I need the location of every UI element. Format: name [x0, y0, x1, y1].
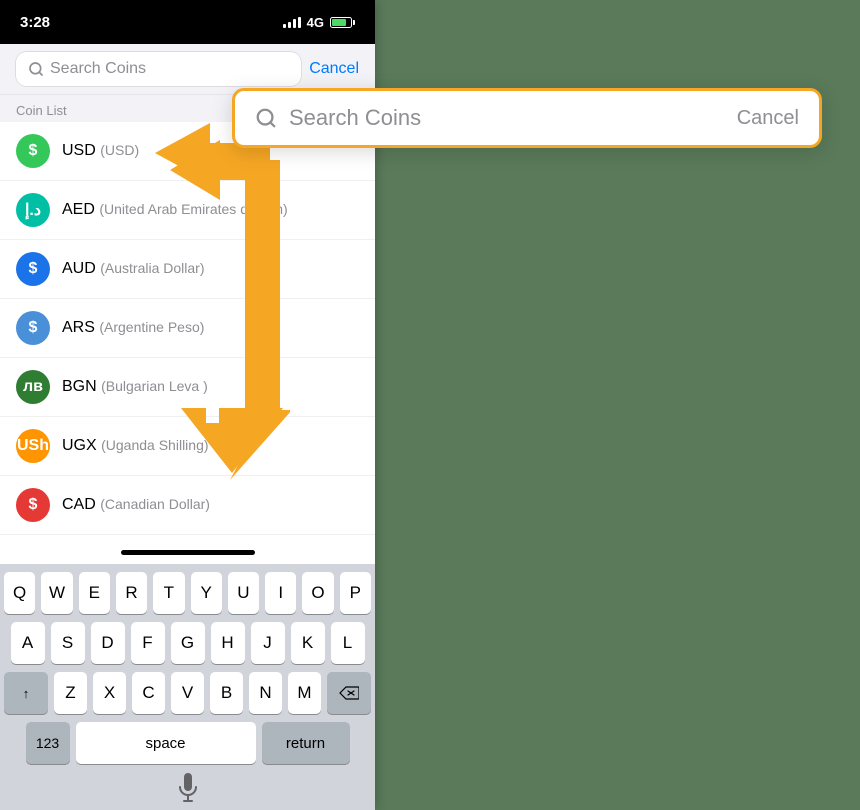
signal-bar-1: [283, 24, 286, 28]
key-t[interactable]: T: [153, 572, 184, 614]
mic-icon: [176, 773, 200, 805]
keyboard-row-1: QWERTYUIOP: [4, 572, 371, 614]
callout-search-icon: [255, 107, 277, 129]
coin-info: USD (USD): [62, 142, 139, 160]
keyboard-row-3: ↑ZXCVBNM: [4, 672, 371, 714]
coin-code: USD: [62, 142, 96, 159]
key-e[interactable]: E: [79, 572, 110, 614]
key-o[interactable]: O: [302, 572, 333, 614]
key-p[interactable]: P: [340, 572, 371, 614]
battery-tip: [353, 20, 355, 25]
key-w[interactable]: W: [41, 572, 72, 614]
keyboard-row-2: ASDFGHJKL: [4, 622, 371, 664]
coin-icon: лв: [16, 370, 50, 404]
coin-code: AED: [62, 201, 95, 218]
callout-box: Search Coins Cancel: [232, 88, 822, 148]
key-v[interactable]: V: [171, 672, 204, 714]
home-indicator: [121, 550, 255, 555]
search-icon: [28, 61, 44, 77]
coin-code: CAD: [62, 496, 96, 513]
key-m[interactable]: M: [288, 672, 321, 714]
battery-fill: [332, 19, 346, 26]
key-s[interactable]: S: [51, 622, 85, 664]
key-g[interactable]: G: [171, 622, 205, 664]
key-c[interactable]: C: [132, 672, 165, 714]
callout-overlay: Search Coins Cancel: [232, 88, 822, 148]
key-h[interactable]: H: [211, 622, 245, 664]
keyboard: QWERTYUIOP ASDFGHJKL ↑ZXCVBNM 123 space …: [0, 564, 375, 810]
coin-code: AUD: [62, 260, 96, 277]
signal-bars: [283, 16, 301, 28]
coin-icon: د.إ: [16, 193, 50, 227]
key-n[interactable]: N: [249, 672, 282, 714]
space-key[interactable]: space: [76, 722, 256, 764]
key-b[interactable]: B: [210, 672, 243, 714]
mic-bar: [4, 772, 371, 806]
status-right: 4G: [283, 15, 355, 30]
time-display: 3:28: [20, 14, 50, 31]
key-z[interactable]: Z: [54, 672, 87, 714]
numbers-key[interactable]: 123: [26, 722, 70, 764]
key-f[interactable]: F: [131, 622, 165, 664]
coin-code: ARS: [62, 319, 95, 336]
key-y[interactable]: Y: [191, 572, 222, 614]
coin-code: BGN: [62, 378, 97, 395]
key-u[interactable]: U: [228, 572, 259, 614]
coin-icon: USh: [16, 429, 50, 463]
return-key[interactable]: return: [262, 722, 350, 764]
signal-bar-4: [298, 17, 301, 28]
search-input-wrapper[interactable]: Search Coins: [16, 52, 301, 86]
coin-icon: $: [16, 488, 50, 522]
key-x[interactable]: X: [93, 672, 126, 714]
key-l[interactable]: L: [331, 622, 365, 664]
key-backspace[interactable]: [327, 672, 371, 714]
coin-code: UGX: [62, 437, 97, 454]
key-d[interactable]: D: [91, 622, 125, 664]
network-type: 4G: [307, 15, 324, 30]
battery-icon: [330, 17, 355, 28]
cancel-button[interactable]: Cancel: [309, 60, 359, 78]
signal-bar-3: [293, 19, 296, 28]
status-bar: 3:28 4G: [0, 0, 375, 44]
key-a[interactable]: A: [11, 622, 45, 664]
search-placeholder: Search Coins: [50, 60, 146, 78]
signal-bar-2: [288, 22, 291, 28]
callout-placeholder: Search Coins: [289, 105, 725, 131]
coin-info: CAD (Canadian Dollar): [62, 496, 210, 514]
battery-body: [330, 17, 352, 28]
key-shift[interactable]: ↑: [4, 672, 48, 714]
coin-full-name: (Canadian Dollar): [100, 496, 210, 512]
callout-cancel-button[interactable]: Cancel: [737, 107, 799, 130]
key-q[interactable]: Q: [4, 572, 35, 614]
keyboard-bottom-row: 123 space return: [4, 722, 371, 764]
key-k[interactable]: K: [291, 622, 325, 664]
key-r[interactable]: R: [116, 572, 147, 614]
coin-icon: $: [16, 134, 50, 168]
callout-arrow: [155, 98, 285, 478]
coin-icon: $: [16, 311, 50, 345]
coin-full-name: (USD): [100, 142, 139, 158]
key-i[interactable]: I: [265, 572, 296, 614]
key-j[interactable]: J: [251, 622, 285, 664]
coin-icon: $: [16, 252, 50, 286]
